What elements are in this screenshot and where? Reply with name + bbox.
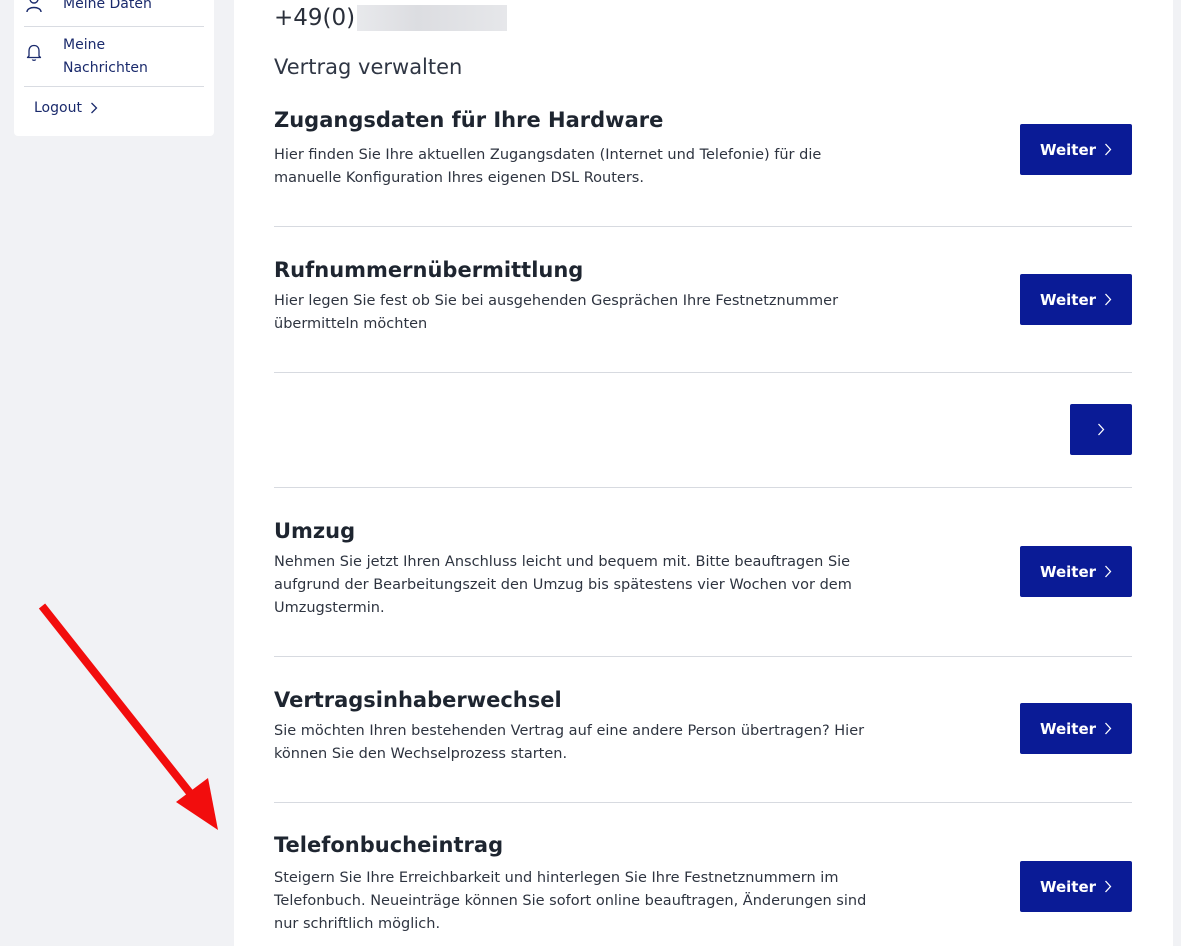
divider	[274, 372, 1132, 373]
button-label: Weiter	[1039, 140, 1097, 159]
divider	[274, 656, 1132, 657]
chevron-right-icon	[1098, 423, 1105, 436]
contract-option-row: Umzug Nehmen Sie jetzt Ihren Anschluss l…	[274, 517, 1132, 620]
button-label: Weiter	[1039, 877, 1097, 896]
redacted-number	[357, 5, 508, 31]
option-description: Steigern Sie Ihre Erreichbarkeit und hin…	[274, 870, 867, 932]
contract-option-row: Vertragsinhaberwechsel Sie möchten Ihren…	[274, 686, 1132, 766]
annotation-arrow-icon	[38, 603, 218, 830]
button-label: Weiter	[1039, 290, 1097, 309]
divider	[274, 487, 1132, 488]
option-title: Vertragsinhaberwechsel	[274, 688, 562, 712]
contract-option-row: Telefonbucheintrag Steigern Sie Ihre Err…	[274, 831, 1132, 936]
sidebar: Meine Daten Meine Nachrichten Logout	[14, 0, 214, 136]
page: Meine Daten Meine Nachrichten Logout +49…	[0, 0, 1181, 946]
logout-link[interactable]: Logout	[34, 100, 98, 116]
sidebar-item-meine-daten[interactable]: Meine Daten	[24, 0, 204, 16]
option-title: Rufnummernübermittlung	[274, 258, 584, 282]
button-label: Weiter	[1039, 562, 1097, 581]
chevron-right-icon	[1105, 565, 1112, 578]
user-icon	[24, 0, 44, 13]
section-title: Vertrag verwalten	[274, 55, 463, 79]
logout-label: Logout	[34, 100, 82, 116]
weiter-button[interactable]: Weiter	[1020, 861, 1132, 912]
divider	[274, 802, 1132, 803]
main-content: +49(0) Vertrag verwalten Zugangsdaten fü…	[234, 0, 1173, 946]
chevron-right-icon	[1105, 880, 1112, 893]
weiter-button[interactable]: Weiter	[1020, 274, 1132, 325]
chevron-right-icon	[1105, 143, 1112, 156]
weiter-button[interactable]: Weiter	[1020, 546, 1132, 597]
option-title: Umzug	[274, 519, 356, 543]
button-label: Weiter	[1039, 719, 1097, 738]
sidebar-item-label: Meine Daten	[63, 0, 152, 12]
chevron-right-icon	[1105, 722, 1112, 735]
contract-option-row	[274, 404, 1132, 456]
option-description: Hier finden Sie Ihre aktuellen Zugangsda…	[274, 147, 822, 186]
sidebar-item-meine-nachrichten[interactable]: Meine Nachrichten	[24, 34, 204, 80]
contract-option-row: Rufnummernübermittlung Hier legen Sie fe…	[274, 256, 1132, 336]
bell-icon	[24, 42, 44, 62]
contract-option-row: Zugangsdaten für Ihre Hardware Hier find…	[274, 106, 1132, 190]
option-description: Sie möchten Ihren bestehenden Vertrag au…	[274, 723, 865, 762]
phone-prefix: +49(0)	[274, 5, 356, 31]
phone-number: +49(0)	[274, 5, 508, 31]
next-button[interactable]	[1070, 404, 1132, 455]
option-description: Hier legen Sie fest ob Sie bei ausgehend…	[274, 293, 839, 332]
weiter-button[interactable]: Weiter	[1020, 124, 1132, 175]
divider	[274, 226, 1132, 227]
option-title: Zugangsdaten für Ihre Hardware	[274, 108, 664, 132]
weiter-button[interactable]: Weiter	[1020, 703, 1132, 754]
chevron-right-icon	[90, 102, 98, 114]
sidebar-item-label: Meine Nachrichten	[63, 37, 148, 76]
divider	[24, 86, 204, 87]
option-title: Telefonbucheintrag	[274, 833, 504, 857]
chevron-right-icon	[1105, 293, 1112, 306]
option-description: Nehmen Sie jetzt Ihren Anschluss leicht …	[274, 554, 852, 616]
divider	[24, 26, 204, 27]
